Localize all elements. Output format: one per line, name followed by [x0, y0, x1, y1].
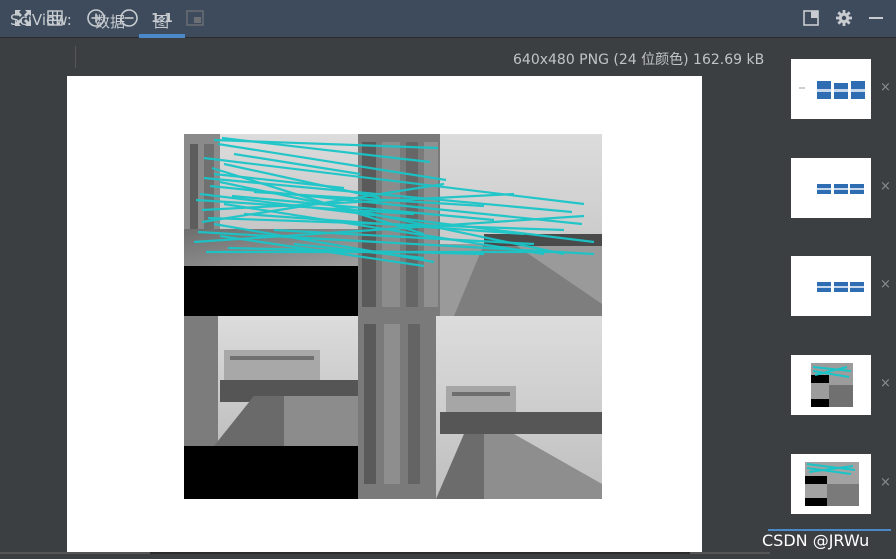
- bar-chart-thumbnail: [799, 81, 865, 99]
- feature-match-thumbnail: [811, 363, 853, 407]
- thumbnail-1[interactable]: [791, 59, 871, 119]
- layout-icon[interactable]: [801, 9, 821, 29]
- active-tab-indicator: [139, 34, 185, 38]
- close-thumbnail-3-icon[interactable]: ×: [880, 277, 891, 292]
- close-thumbnail-2-icon[interactable]: ×: [880, 179, 891, 194]
- gear-icon[interactable]: [834, 9, 854, 29]
- image-info: 640x480 PNG (24 位颜色) 162.69 kB: [513, 52, 765, 68]
- thumbnail-5[interactable]: [791, 454, 871, 514]
- watermark: CSDN @JRWu: [762, 531, 870, 550]
- bar-chart-thumbnail: [817, 282, 864, 292]
- close-thumbnail-1-icon[interactable]: ×: [880, 80, 891, 95]
- fit-icon[interactable]: [12, 7, 34, 29]
- feature-match-thumbnail: [805, 462, 859, 506]
- thumbnail-2[interactable]: [791, 158, 871, 218]
- close-thumbnail-5-icon[interactable]: ×: [880, 475, 891, 490]
- image-canvas: [67, 76, 702, 552]
- thumbnail-3[interactable]: [791, 256, 871, 316]
- close-thumbnail-4-icon[interactable]: ×: [880, 376, 891, 391]
- grid-icon[interactable]: [44, 7, 66, 29]
- zoom-out-icon[interactable]: [118, 7, 140, 29]
- horizontal-scrollbar-thumb[interactable]: [150, 552, 690, 554]
- thumbnail-4[interactable]: [791, 355, 871, 415]
- actual-size-button[interactable]: 1:1: [151, 7, 173, 29]
- toolbar-separator: [75, 46, 76, 68]
- bar-chart-thumbnail: [817, 184, 864, 194]
- zoom-in-icon[interactable]: [85, 7, 107, 29]
- background-icon[interactable]: [184, 7, 206, 29]
- feature-matching-image: [184, 134, 602, 499]
- minimize-icon[interactable]: [866, 9, 886, 29]
